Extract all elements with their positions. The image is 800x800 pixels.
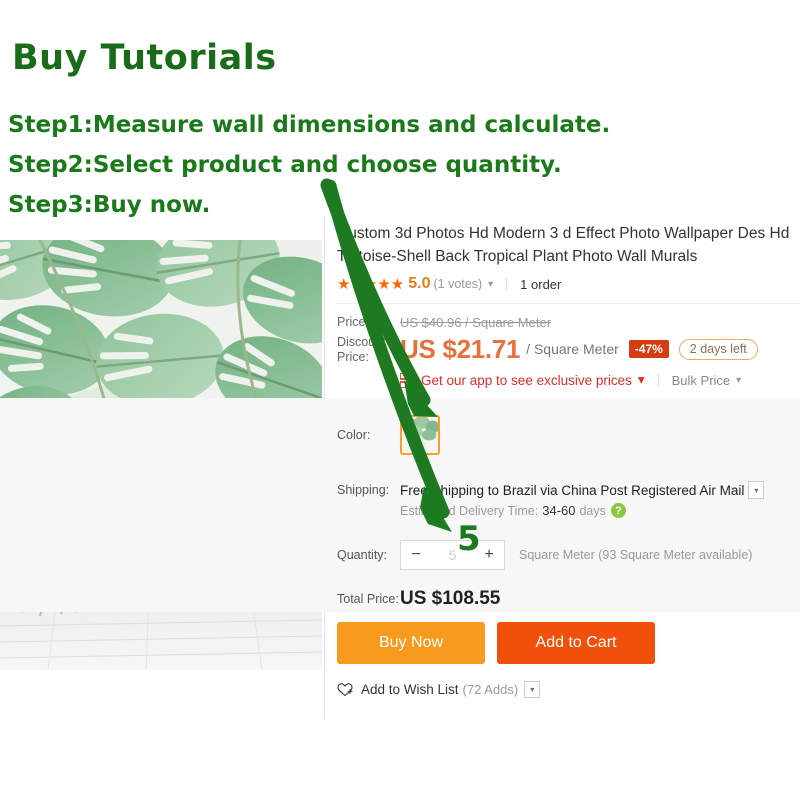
rating-score: 5.0 <box>408 275 431 292</box>
tutorial-step-2: Step2:Select product and choose quantity… <box>8 152 562 178</box>
product-page-screenshot: Custom 3d Photos Hd Modern 3 d Effect Ph… <box>0 218 800 730</box>
divider <box>657 373 659 387</box>
action-area: Buy Now Add to Cart Add to Wish List (72… <box>337 622 655 698</box>
discount-price-row: Discount Price: US $21.71 / Square Meter… <box>337 335 800 365</box>
wishlist-label[interactable]: Add to Wish List <box>361 682 459 697</box>
original-price: US $40.96 / Square Meter <box>400 315 552 330</box>
rating-row: ★★★★★ 5.0 (1 votes) ▾ 1 order <box>337 272 800 296</box>
price-label: Price: <box>337 315 369 329</box>
bulk-price-link[interactable]: Bulk Price <box>672 373 731 388</box>
total-price-label: Total Price: <box>337 592 399 606</box>
delivery-estimate-unit: days <box>579 503 606 518</box>
total-price-row: Total Price: US $108.55 <box>337 588 800 610</box>
tutorial-banner: Buy Tutorials Step1:Measure wall dimensi… <box>0 0 800 800</box>
star-rating-icon: ★★★★★ <box>337 276 405 293</box>
help-icon[interactable]: ? <box>610 503 626 518</box>
delivery-estimate-row: Estimated Delivery Time: 34-60 days ? <box>400 503 800 518</box>
color-option-row: Color: <box>337 415 800 455</box>
chevron-down-icon[interactable]: ▾ <box>524 681 541 698</box>
delivery-estimate-label: Estimated Delivery Time: <box>400 503 539 518</box>
quantity-availability: Square Meter (93 Square Meter available) <box>519 548 753 562</box>
product-options-section: Color: Shipping: Free Shipping to Brazil… <box>0 398 800 612</box>
buy-now-button[interactable]: Buy Now <box>337 622 485 664</box>
price-unit: / Square Meter <box>526 341 619 357</box>
annotation-quantity-value: 5 <box>457 519 481 559</box>
shipping-row: Shipping: Free Shipping to Brazil via Ch… <box>337 481 800 499</box>
rating-votes: (1 votes) <box>433 277 483 291</box>
product-title: Custom 3d Photos Hd Modern 3 d Effect Ph… <box>337 225 790 265</box>
quantity-label: Quantity: <box>337 548 388 562</box>
add-to-cart-button[interactable]: Add to Cart <box>497 622 655 664</box>
chevron-down-icon[interactable]: ▾ <box>488 279 493 290</box>
shipping-label: Shipping: <box>337 483 390 497</box>
app-promo-row[interactable]: Get our app to see exclusive prices ▾ Bu… <box>400 372 800 388</box>
add-to-wishlist[interactable]: Add to Wish List (72 Adds) ▾ <box>337 681 655 698</box>
chevron-down-icon[interactable]: ▾ <box>638 372 645 388</box>
divider <box>506 277 508 291</box>
product-info-panel: Custom 3d Photos Hd Modern 3 d Effect Ph… <box>337 218 800 388</box>
chevron-down-icon[interactable]: ▾ <box>736 375 741 386</box>
heart-plus-icon <box>337 683 353 697</box>
chevron-down-icon[interactable]: ▾ <box>748 481 765 499</box>
total-price-value: US $108.55 <box>400 588 501 609</box>
price-row: Price: US $40.96 / Square Meter <box>337 314 800 331</box>
days-left-badge: 2 days left <box>678 338 758 360</box>
app-promo-link[interactable]: Get our app to see exclusive prices <box>421 373 632 388</box>
tutorial-step-1: Step1:Measure wall dimensions and calcul… <box>8 112 611 138</box>
delivery-estimate-value: 34-60 <box>542 503 576 518</box>
page-title: Buy Tutorials <box>12 38 277 78</box>
divider <box>337 303 800 304</box>
order-count[interactable]: 1 order <box>520 277 561 292</box>
color-label: Color: <box>337 428 371 442</box>
shipping-method[interactable]: Free Shipping to Brazil via China Post R… <box>400 483 744 498</box>
discount-price-label: Discount Price: <box>337 335 386 364</box>
quantity-stepper[interactable]: − 5 + <box>400 540 505 570</box>
tutorial-step-3: Step3:Buy now. <box>8 192 211 218</box>
discount-price-value: US $21.71 <box>400 334 521 364</box>
discount-badge: -47% <box>628 340 669 358</box>
quantity-decrease-button[interactable]: − <box>401 541 431 569</box>
wishlist-count: (72 Adds) <box>462 682 519 697</box>
color-swatch-option[interactable] <box>400 415 440 455</box>
quantity-row: Quantity: − 5 + Square Meter (93 Square … <box>337 540 800 570</box>
qr-code-icon <box>400 372 415 388</box>
